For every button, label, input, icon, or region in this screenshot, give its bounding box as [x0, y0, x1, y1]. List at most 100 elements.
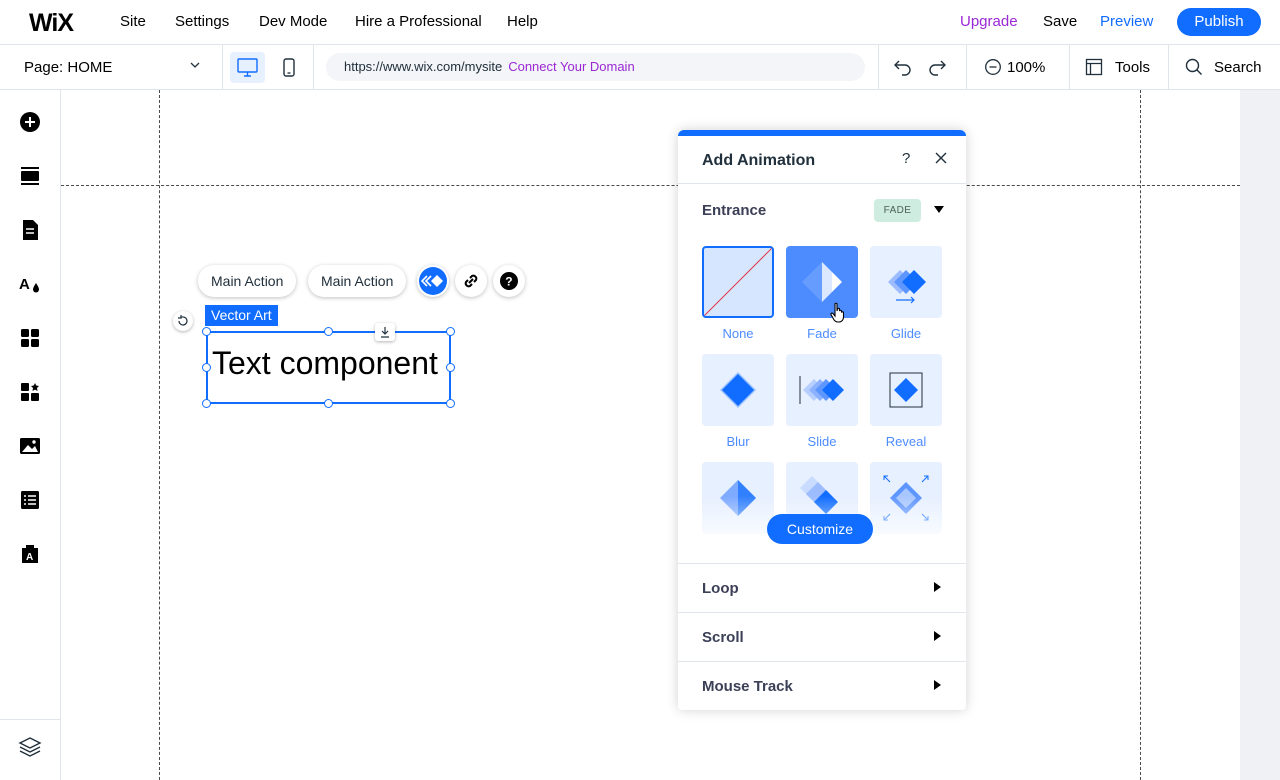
- connect-domain-link[interactable]: Connect Your Domain: [508, 59, 634, 74]
- theme-icon[interactable]: A: [18, 272, 42, 296]
- wix-logo[interactable]: WiX: [29, 9, 74, 38]
- media-icon[interactable]: [18, 434, 42, 458]
- customize-button[interactable]: Customize: [767, 514, 873, 544]
- tools-button[interactable]: Tools: [1070, 45, 1169, 89]
- resize-handle[interactable]: [324, 399, 333, 408]
- element-type-tag: Vector Art: [205, 305, 278, 326]
- page-selector[interactable]: Page: HOME: [0, 45, 223, 89]
- cms-icon[interactable]: [18, 488, 42, 512]
- selected-text-component[interactable]: Text component: [206, 331, 451, 404]
- undo-button[interactable]: [893, 57, 913, 80]
- page-selector-label: Page: HOME: [24, 59, 112, 76]
- search-button[interactable]: Search: [1169, 45, 1280, 89]
- resize-handle[interactable]: [324, 327, 333, 336]
- animation-button[interactable]: [417, 265, 449, 297]
- menu-dev-mode[interactable]: Dev Mode: [259, 0, 327, 44]
- gridline-left: [159, 90, 160, 780]
- layers-icon[interactable]: [18, 735, 42, 759]
- tools-icon: [1085, 58, 1103, 76]
- zoom-value: 100%: [1007, 59, 1046, 76]
- menu-help[interactable]: Help: [507, 0, 538, 44]
- scroll-section[interactable]: Scroll: [678, 612, 966, 661]
- resize-handle[interactable]: [202, 327, 211, 336]
- animation-option-slide[interactable]: [786, 354, 858, 426]
- animation-option-reveal[interactable]: [870, 354, 942, 426]
- mouse-track-section[interactable]: Mouse Track: [678, 661, 966, 710]
- page-prefix: Page:: [24, 59, 64, 76]
- animation-label-none: None: [722, 326, 754, 341]
- redo-icon: [929, 60, 946, 76]
- panel-header: Add Animation ?: [678, 136, 966, 184]
- reveal-icon: [889, 372, 923, 408]
- main-action-button[interactable]: Main Action: [198, 265, 297, 297]
- text-component[interactable]: Text component: [212, 345, 438, 382]
- mouse-track-section-label: Mouse Track: [702, 678, 793, 695]
- entrance-section-label[interactable]: Entrance: [702, 202, 766, 219]
- redo-button[interactable]: [927, 57, 947, 80]
- slide-icon: [799, 376, 844, 404]
- panel-help-button[interactable]: ?: [902, 150, 910, 167]
- zoom-control[interactable]: 100%: [967, 45, 1070, 89]
- tools-label: Tools: [1115, 59, 1151, 76]
- close-icon[interactable]: [934, 151, 948, 165]
- animation-label-fade: Fade: [807, 326, 837, 341]
- chevron-down-icon: [190, 62, 200, 68]
- animation-option-glide[interactable]: [870, 246, 942, 318]
- svg-text:A: A: [19, 276, 30, 293]
- desktop-view-button[interactable]: [230, 52, 265, 83]
- sections-icon[interactable]: [18, 164, 42, 188]
- add-elements-icon[interactable]: [18, 110, 42, 134]
- loop-section-label: Loop: [702, 580, 739, 597]
- animation-label-reveal: Reveal: [885, 434, 927, 449]
- pages-icon[interactable]: [18, 218, 42, 242]
- menu-site[interactable]: Site: [120, 0, 146, 44]
- upgrade-button[interactable]: Upgrade: [960, 0, 1018, 44]
- search-icon: [1185, 58, 1202, 75]
- loop-section[interactable]: Loop: [678, 563, 966, 612]
- canvas-gutter: [1240, 90, 1280, 780]
- link-icon: [464, 274, 478, 288]
- caret-right-icon: [934, 582, 941, 592]
- site-url-bar[interactable]: https://www.wix.com/mysite Connect Your D…: [326, 53, 865, 81]
- resize-handle[interactable]: [446, 327, 455, 336]
- glide-icon: [888, 270, 926, 304]
- download-icon: [381, 327, 389, 338]
- top-menu-bar: WiX Site Settings Dev Mode Hire a Profes…: [0, 0, 1280, 45]
- mobile-view-button[interactable]: [273, 52, 305, 83]
- caret-right-icon: [934, 680, 941, 690]
- rotate-handle[interactable]: [173, 311, 193, 331]
- resize-handle[interactable]: [202, 399, 211, 408]
- page-name: HOME: [67, 59, 113, 76]
- animation-label-blur: Blur: [726, 434, 750, 449]
- editor-toolbar: Page: HOME https://www.wix.com/mysite Con…: [0, 45, 1280, 90]
- apps-icon[interactable]: [18, 326, 42, 350]
- save-button[interactable]: Save: [1043, 0, 1077, 44]
- editor-canvas[interactable]: [61, 90, 1240, 780]
- menu-settings[interactable]: Settings: [175, 0, 229, 44]
- svg-text:?: ?: [505, 275, 512, 289]
- animation-option-fade[interactable]: [786, 246, 858, 318]
- blur-icon: [720, 372, 756, 408]
- animation-option-none[interactable]: [702, 246, 774, 318]
- publish-button[interactable]: Publish: [1177, 8, 1261, 36]
- link-button[interactable]: [455, 265, 487, 297]
- portfolio-icon[interactable]: A: [18, 542, 42, 566]
- rotate-icon: [178, 315, 188, 326]
- business-solutions-icon[interactable]: [18, 380, 42, 404]
- preview-button[interactable]: Preview: [1100, 0, 1153, 44]
- device-switch: [223, 45, 314, 89]
- panel-title: Add Animation: [702, 152, 816, 169]
- resize-handle[interactable]: [446, 399, 455, 408]
- help-button[interactable]: ?: [493, 265, 525, 297]
- sidebar-divider: [0, 719, 60, 720]
- resize-handle[interactable]: [446, 363, 455, 372]
- caret-down-icon[interactable]: [934, 206, 944, 214]
- stretch-handle[interactable]: [375, 323, 395, 341]
- animation-icon: [419, 267, 447, 295]
- resize-handle[interactable]: [202, 363, 211, 372]
- menu-hire-a-professional[interactable]: Hire a Professional: [355, 0, 482, 44]
- main-action-button-secondary[interactable]: Main Action: [308, 265, 407, 297]
- pointer-hand-icon: [830, 302, 845, 323]
- header-divider-line: [61, 185, 1240, 186]
- animation-option-blur[interactable]: [702, 354, 774, 426]
